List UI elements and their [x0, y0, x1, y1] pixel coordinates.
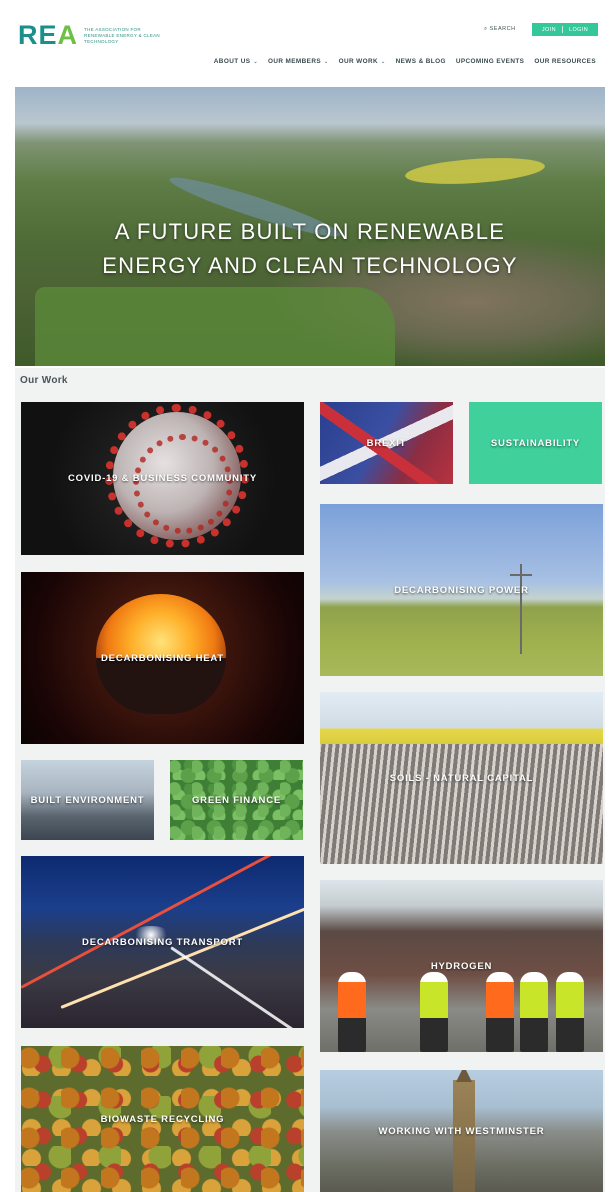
tile-soils-natural-capital[interactable]: SOILS - NATURAL CAPITAL: [320, 692, 603, 864]
tile-brexit[interactable]: BREXIT: [320, 402, 453, 484]
logo-tagline: The Association for Renewable Energy & C…: [84, 26, 160, 44]
hero-image-field: [404, 154, 546, 188]
search-icon: ⌕: [484, 26, 488, 32]
login-link[interactable]: LOGIN: [569, 27, 588, 33]
join-login-button[interactable]: JOIN LOGIN: [532, 23, 598, 36]
tile-working-with-westminster[interactable]: WORKING WITH WESTMINSTER: [320, 1070, 603, 1192]
logo-mark: REA: [18, 20, 79, 50]
tile-covid-business[interactable]: COVID-19 & BUSINESS COMMUNITY: [21, 402, 304, 555]
tile-biowaste-recycling[interactable]: BIOWASTE RECYCLING: [21, 1046, 304, 1192]
hero-image-lawn: [35, 287, 395, 366]
nav-our-resources[interactable]: OUR RESOURCES: [534, 58, 596, 65]
rea-logo[interactable]: REA The Association for Renewable Energy…: [18, 22, 162, 49]
section-title: Our Work: [20, 375, 68, 386]
worker-figure: [338, 972, 366, 1052]
tile-decarbonising-power[interactable]: DECARBONISING POWER: [320, 504, 603, 676]
chevron-down-icon: ⌄: [381, 58, 386, 65]
hero-title: A FUTURE BUILT ON RENEWABLE ENERGY AND C…: [102, 219, 518, 278]
worker-figure: [520, 972, 548, 1052]
divider: [562, 26, 563, 33]
tile-decarbonising-heat[interactable]: DECARBONISING HEAT: [21, 572, 304, 744]
chevron-down-icon: ⌄: [253, 58, 258, 65]
join-link[interactable]: JOIN: [542, 27, 556, 33]
nav-news-blog[interactable]: NEWS & BLOG: [396, 58, 446, 65]
worker-figure: [556, 972, 584, 1052]
worker-figure: [486, 972, 514, 1052]
nav-our-work[interactable]: OUR WORK ⌄: [339, 58, 386, 65]
site-header: REA The Association for Renewable Energy…: [0, 0, 612, 84]
tile-green-finance[interactable]: GREEN FINANCE: [170, 760, 303, 840]
tile-sustainability[interactable]: SUSTAINABILITY: [469, 402, 602, 484]
light-streak: [170, 946, 304, 1028]
nav-our-members[interactable]: OUR MEMBERS ⌄: [268, 58, 329, 65]
chevron-down-icon: ⌄: [324, 58, 329, 65]
nav-about-us[interactable]: ABOUT US ⌄: [214, 58, 258, 65]
worker-figure: [420, 972, 448, 1052]
nav-upcoming-events[interactable]: UPCOMING EVENTS: [456, 58, 525, 65]
tile-decarbonising-transport[interactable]: DECARBONISING TRANSPORT: [21, 856, 304, 1028]
tile-built-environment[interactable]: BUILT ENVIRONMENT: [21, 760, 154, 840]
tile-hydrogen[interactable]: HYDROGEN: [320, 880, 603, 1052]
main-nav: ABOUT US ⌄ OUR MEMBERS ⌄ OUR WORK ⌄ NEWS & …: [214, 58, 596, 65]
hero-banner: A FUTURE BUILT ON RENEWABLE ENERGY AND C…: [15, 87, 605, 366]
pylon-image: [510, 564, 532, 654]
search-link[interactable]: ⌕ SEARCH: [484, 26, 516, 33]
